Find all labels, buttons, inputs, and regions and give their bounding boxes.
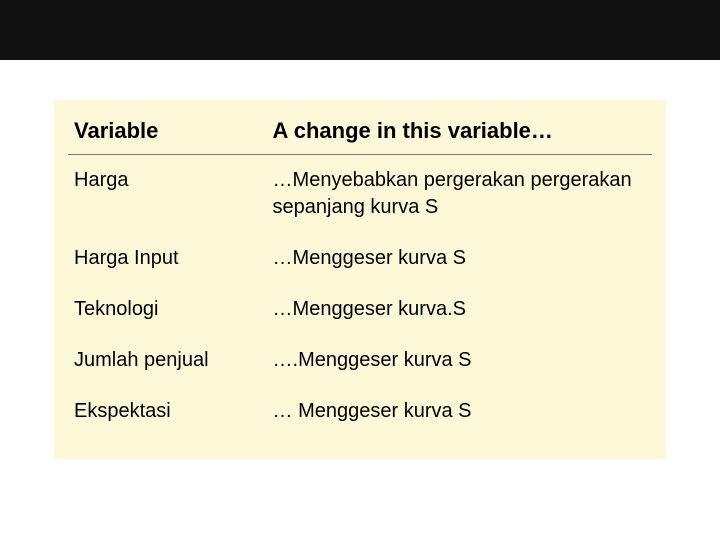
col-header-variable: Variable: [68, 112, 267, 155]
table-row: Ekspektasi … Menggeser kurva S: [68, 386, 652, 437]
cell-effect: ….Menggeser kurva S: [267, 335, 652, 386]
cell-effect: …Menggeser kurva S: [267, 233, 652, 284]
cell-effect: …Menggeser kurva.S: [267, 284, 652, 335]
table-row: Teknologi …Menggeser kurva.S: [68, 284, 652, 335]
cell-variable: Jumlah penjual: [68, 335, 267, 386]
table-row: Harga Input …Menggeser kurva S: [68, 233, 652, 284]
col-header-change: A change in this variable…: [267, 112, 652, 155]
cell-variable: Teknologi: [68, 284, 267, 335]
title-bar: [0, 0, 720, 60]
table-row: Jumlah penjual ….Menggeser kurva S: [68, 335, 652, 386]
table-row: Harga …Menyebabkan pergerakan pergerakan…: [68, 155, 652, 234]
variable-table: Variable A change in this variable… Harg…: [68, 112, 652, 437]
table-header-row: Variable A change in this variable…: [68, 112, 652, 155]
cell-variable: Harga: [68, 155, 267, 234]
content-panel: Variable A change in this variable… Harg…: [54, 100, 666, 459]
cell-variable: Ekspektasi: [68, 386, 267, 437]
cell-effect: …Menyebabkan pergerakan pergerakan sepan…: [267, 155, 652, 234]
cell-variable: Harga Input: [68, 233, 267, 284]
slide: Variable A change in this variable… Harg…: [0, 0, 720, 540]
cell-effect: … Menggeser kurva S: [267, 386, 652, 437]
